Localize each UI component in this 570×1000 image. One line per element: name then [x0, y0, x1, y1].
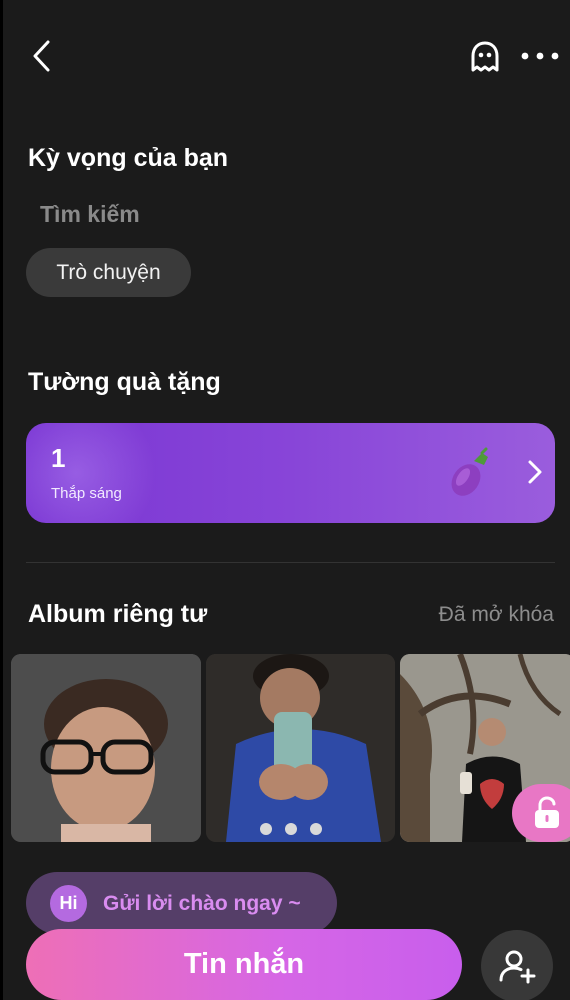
chevron-left-icon	[33, 40, 50, 72]
ghost-button[interactable]	[464, 36, 506, 78]
expectations-title: Kỳ vọng của bạn	[28, 144, 229, 172]
message-button[interactable]: Tin nhắn	[26, 929, 462, 1000]
gift-card-glow	[26, 423, 156, 523]
eggplant-icon	[451, 447, 488, 496]
gift-label: Thắp sáng	[51, 485, 122, 502]
greeting-text: Gửi lời chào ngay ~	[103, 892, 301, 915]
section-divider	[26, 562, 555, 563]
gift-wall-card[interactable]: 1 Thắp sáng	[26, 423, 555, 523]
back-button[interactable]	[22, 36, 62, 76]
gift-wall-title: Tường quà tặng	[28, 368, 221, 396]
photo-1-image	[11, 654, 201, 842]
window-edge	[0, 0, 3, 1000]
album-photo-1[interactable]	[11, 654, 201, 842]
album-title: Album riêng tư	[28, 600, 208, 628]
unlock-album-button[interactable]	[512, 784, 570, 842]
ghost-icon	[471, 41, 499, 72]
expectation-search-label: Tìm kiếm	[40, 201, 140, 227]
add-friend-button[interactable]	[481, 930, 553, 1000]
chevron-right-icon	[528, 460, 542, 484]
more-options-button[interactable]	[518, 40, 562, 72]
hi-badge: Hi	[50, 885, 87, 922]
more-horizontal-icon	[521, 52, 559, 60]
album-photo-2[interactable]	[206, 654, 395, 842]
gift-count: 1	[51, 443, 66, 473]
photo-2-image	[206, 654, 395, 842]
album-unlock-status: Đã mở khóa	[438, 603, 554, 626]
expectation-chat-chip[interactable]: Trò chuyện	[26, 248, 191, 297]
unlocked-padlock-icon	[535, 796, 559, 828]
add-user-icon	[499, 950, 536, 984]
